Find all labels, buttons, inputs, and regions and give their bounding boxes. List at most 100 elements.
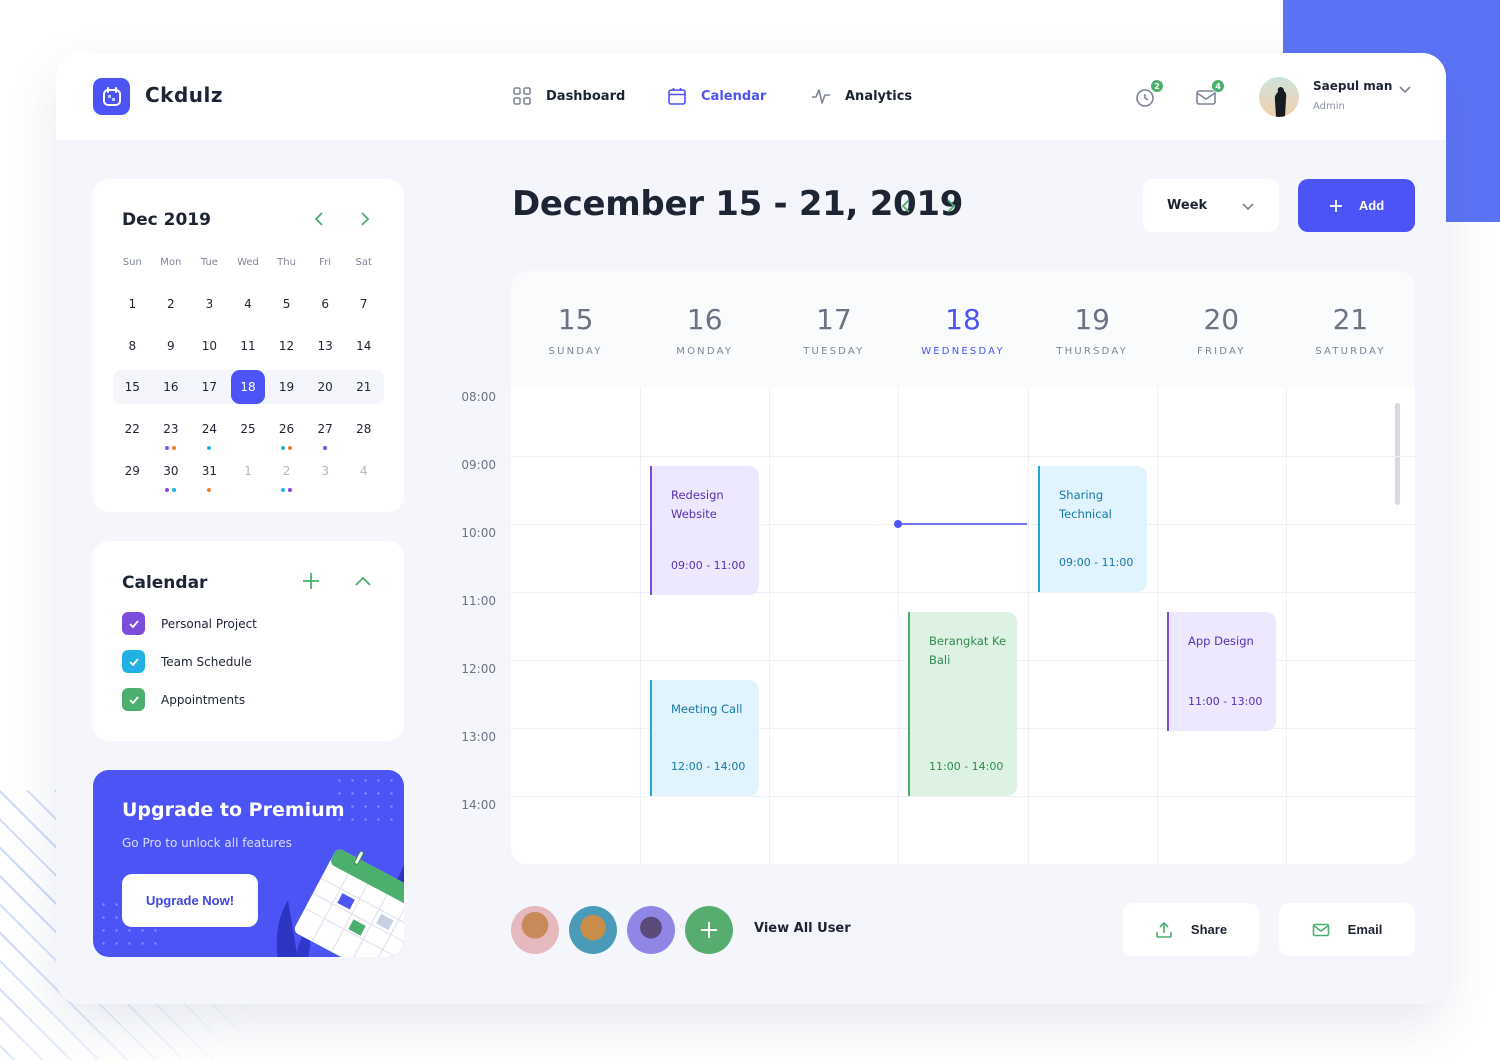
plus-icon [1329,199,1342,212]
day-number: 15 [557,303,594,336]
calendar-item[interactable]: Team Schedule [122,650,252,673]
user-avatar[interactable] [569,906,617,954]
day-number: 11 [240,338,256,353]
calendar-illustration [276,849,404,957]
event-card[interactable]: Meeting Call 12:00 - 14:00 [650,680,759,796]
nav-calendar-label: Calendar [701,88,767,104]
brand-name: Ckdulz [145,83,224,107]
day-cell[interactable]: 14 [344,329,383,363]
day-cell-selected[interactable]: 18 [229,370,268,405]
nav-calendar[interactable]: Calendar [667,86,766,106]
event-card[interactable]: Sharing Technical 09:00 - 11:00 [1038,466,1147,592]
hour-label: 14:00 [461,798,496,812]
day-cell[interactable]: 4 [344,454,383,488]
event-card[interactable]: Berangkat Ke Bali 11:00 - 14:00 [908,612,1017,796]
day-cell[interactable]: 26 [267,412,306,451]
event-card[interactable]: App Design 11:00 - 13:00 [1167,612,1276,731]
day-cell[interactable]: 3 [190,287,229,321]
calendar-item[interactable]: Personal Project [122,612,257,635]
add-event-button[interactable]: Add [1298,179,1415,232]
day-cell[interactable]: 30 [152,454,191,492]
checkbox[interactable] [122,688,145,711]
day-cell[interactable]: 28 [344,412,383,446]
calendar-item[interactable]: Appointments [122,688,245,711]
day-cell[interactable]: 11 [229,329,268,363]
nav-dashboard[interactable]: Dashboard [512,86,625,106]
day-cell[interactable]: 24 [190,412,229,451]
grid-column-line [1028,388,1029,864]
next-week-chevron-right-icon[interactable] [944,196,958,216]
checkbox[interactable] [122,650,145,673]
event-dots [267,446,306,451]
collapse-chevron-up-icon[interactable] [354,574,372,588]
weekday-label: Fri [319,257,332,268]
add-calendar-plus-icon[interactable] [302,572,320,590]
calendar-item-label: Personal Project [161,616,257,631]
day-cell[interactable]: 2 [267,454,306,492]
grid-hour-line [511,592,1415,593]
day-cell[interactable]: 9 [152,329,191,363]
view-select[interactable]: Week [1143,179,1279,232]
day-cell[interactable]: 2 [152,287,191,321]
add-user-button[interactable] [685,906,733,954]
day-cell[interactable]: 1 [229,454,268,488]
day-cell[interactable]: 12 [267,329,306,363]
day-cell[interactable]: 1 [113,287,152,321]
day-column-header[interactable]: 17 TUESDAY [769,271,898,388]
day-cell[interactable]: 22 [113,412,152,446]
day-cell[interactable]: 19 [267,370,306,404]
day-cell[interactable]: 23 [152,412,191,451]
nav-analytics[interactable]: Analytics [811,86,912,106]
upgrade-now-button[interactable]: Upgrade Now! [122,874,258,927]
day-cell[interactable]: 27 [306,412,345,451]
user-avatar[interactable] [1259,77,1299,117]
grid-hour-line [511,796,1415,797]
day-cell[interactable]: 3 [306,454,345,488]
mini-calendar-prev-chevron-left-icon[interactable] [310,209,328,229]
pulse-icon [812,89,830,104]
day-column-header[interactable]: 15 SUNDAY [511,271,640,388]
user-avatar[interactable] [511,906,559,954]
hour-label: 10:00 [461,526,496,540]
day-column-header[interactable]: 18 WEDNESDAY [898,271,1027,388]
day-column-header[interactable]: 19 THURSDAY [1028,271,1157,388]
day-cell[interactable]: 20 [306,370,345,404]
logo-icon[interactable] [93,78,130,115]
share-button[interactable]: Share [1123,903,1259,956]
day-cell[interactable]: 31 [190,454,229,492]
email-button[interactable]: Email [1279,903,1415,956]
user-avatar[interactable] [627,906,675,954]
day-cell[interactable]: 5 [267,287,306,321]
notifications-button[interactable]: 2 [1133,79,1164,109]
day-column-header[interactable]: 21 SATURDAY [1286,271,1415,388]
day-cell[interactable]: 15 [113,370,152,404]
day-column-header[interactable]: 20 FRIDAY [1157,271,1286,388]
day-cell[interactable]: 25 [229,412,268,446]
event-time: 11:00 - 14:00 [929,760,1004,773]
user-menu-chevron-down-icon[interactable] [1398,81,1412,100]
prev-week-chevron-left-icon[interactable] [899,196,913,216]
scrollbar-thumb[interactable] [1395,403,1400,505]
day-cell[interactable]: 7 [344,287,383,321]
messages-button[interactable]: 4 [1194,79,1225,109]
day-cell[interactable]: 8 [113,329,152,363]
hour-label: 13:00 [461,730,496,744]
day-cell[interactable]: 4 [229,287,268,321]
day-cell[interactable]: 29 [113,454,152,488]
day-column-header[interactable]: 16 MONDAY [640,271,769,388]
day-number: 2 [282,463,291,478]
event-card[interactable]: Redesign Website 09:00 - 11:00 [650,466,759,595]
day-cell[interactable]: 13 [306,329,345,363]
day-cell[interactable]: 10 [190,329,229,363]
checkbox[interactable] [122,612,145,635]
view-all-users-link[interactable]: View All User [754,921,851,936]
nav-dashboard-label: Dashboard [546,88,626,104]
day-cell[interactable]: 21 [344,370,383,404]
upload-icon [1156,921,1172,938]
day-cell[interactable]: 16 [152,370,191,404]
day-cell[interactable]: 6 [306,287,345,321]
day-number: 10 [201,338,218,353]
event-dot [288,446,293,451]
day-cell[interactable]: 17 [190,370,229,404]
mini-calendar-next-chevron-right-icon[interactable] [356,209,374,229]
